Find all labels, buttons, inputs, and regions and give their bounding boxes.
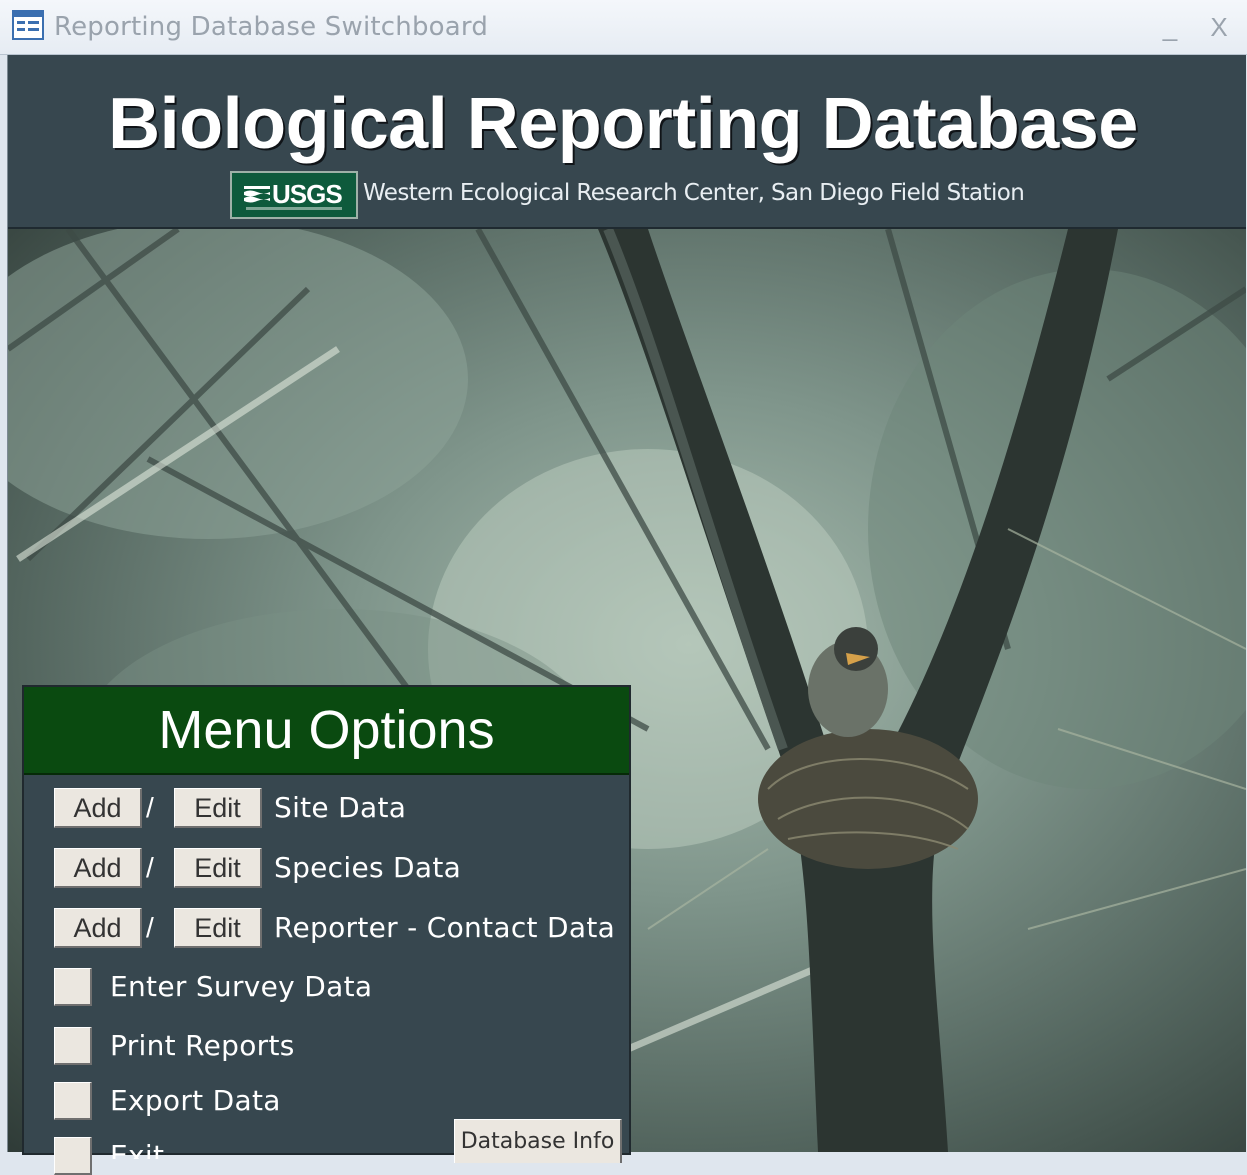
add-site-data-button[interactable]: Add	[54, 788, 142, 828]
enter-survey-data-label: Enter Survey Data	[110, 970, 373, 1003]
add-edit-separator: /	[146, 912, 154, 943]
exit-button[interactable]	[54, 1137, 92, 1175]
menu-header: Menu Options	[24, 687, 629, 775]
edit-reporter-contact-button[interactable]: Edit	[174, 908, 262, 948]
add-species-data-button[interactable]: Add	[54, 848, 142, 888]
edit-species-data-button[interactable]: Edit	[174, 848, 262, 888]
site-data-label: Site Data	[274, 791, 407, 824]
exit-label: Exit	[110, 1139, 165, 1159]
usgs-tagline-mark	[246, 207, 342, 210]
species-data-label: Species Data	[274, 851, 462, 884]
export-data-button[interactable]	[54, 1082, 92, 1120]
add-edit-separator: /	[146, 852, 154, 883]
enter-survey-data-button[interactable]	[54, 968, 92, 1006]
header-band: Biological Reporting Database USGS Weste…	[8, 55, 1246, 229]
usgs-logo: USGS	[230, 171, 358, 219]
add-reporter-contact-button[interactable]: Add	[54, 908, 142, 948]
close-button[interactable]: X	[1204, 12, 1234, 42]
menu-options-panel: Menu Options Add / Edit Site Data Add / …	[22, 685, 631, 1175]
page-subtitle: Western Ecological Research Center, San …	[363, 180, 1025, 206]
edit-site-data-button[interactable]: Edit	[174, 788, 262, 828]
reporter-contact-data-label: Reporter - Contact Data	[274, 911, 616, 944]
menu-title: Menu Options	[158, 700, 495, 760]
usgs-wave-icon	[244, 186, 270, 203]
window-title-bar: Reporting Database Switchboard _ X	[0, 0, 1247, 55]
print-reports-label: Print Reports	[110, 1029, 295, 1062]
page-title: Biological Reporting Database	[108, 84, 1138, 164]
switchboard-form-icon	[12, 10, 44, 40]
minimize-button[interactable]: _	[1155, 12, 1185, 42]
database-info-button[interactable]: Database Info	[454, 1119, 622, 1163]
usgs-logo-text: USGS	[272, 179, 343, 209]
print-reports-button[interactable]	[54, 1027, 92, 1065]
export-data-label: Export Data	[110, 1084, 281, 1117]
window-title: Reporting Database Switchboard	[54, 12, 489, 42]
switchboard-form: Biological Reporting Database USGS Weste…	[7, 55, 1246, 1175]
add-edit-separator: /	[146, 792, 154, 823]
